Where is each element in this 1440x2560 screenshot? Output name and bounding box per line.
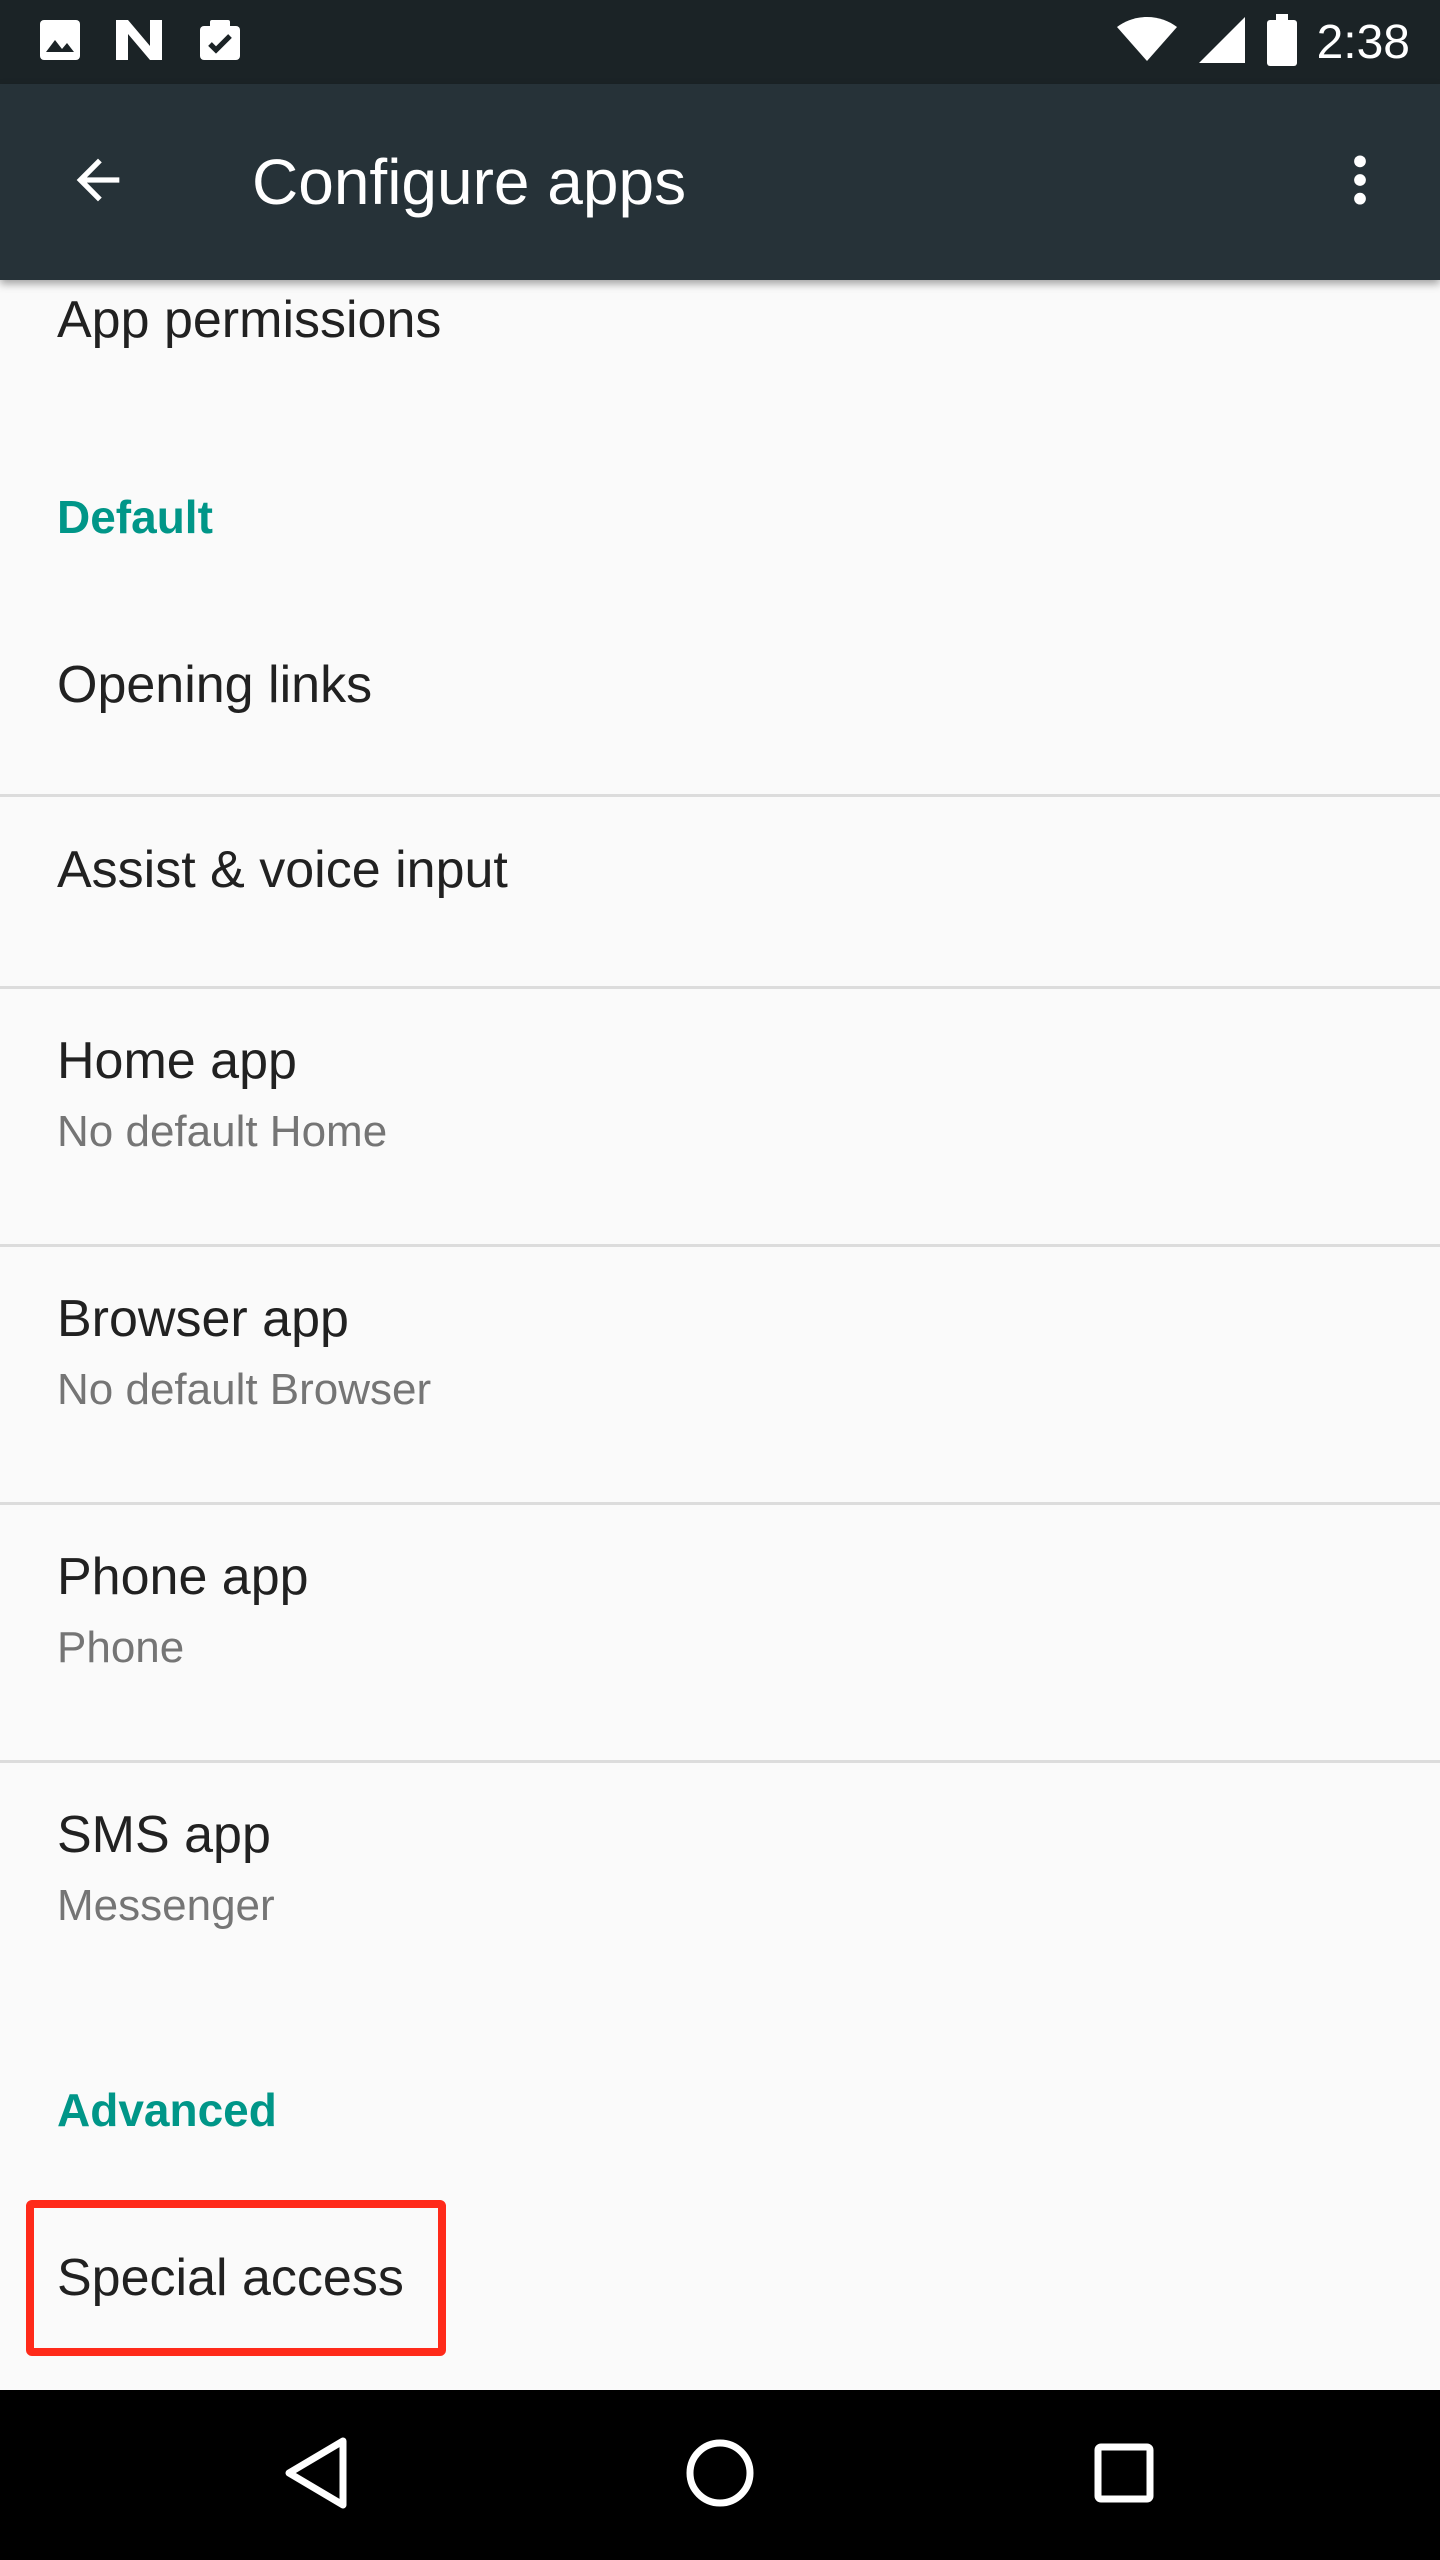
settings-list: App permissions Default Opening links As…	[0, 280, 1440, 2390]
battery-icon	[1266, 13, 1297, 71]
list-item-sms-app[interactable]: SMS app Messenger	[0, 1763, 1440, 2019]
back-button[interactable]	[58, 142, 138, 222]
item-summary: Phone	[57, 1623, 185, 1672]
arrow-back-icon	[66, 148, 130, 217]
category-advanced: Advanced	[57, 2084, 277, 2136]
list-item-opening-links[interactable]: Opening links	[0, 610, 1440, 774]
item-summary: No default Browser	[57, 1365, 432, 1414]
nav-back-button[interactable]	[266, 2425, 366, 2525]
navigation-bar	[0, 2390, 1440, 2560]
recents-square-icon	[1093, 2442, 1155, 2509]
more-options-button[interactable]	[1320, 142, 1400, 222]
item-title: Browser app	[57, 1290, 349, 1348]
list-item-phone-app[interactable]: Phone app Phone	[0, 1505, 1440, 1761]
notification-icons	[36, 14, 246, 70]
item-title: SMS app	[57, 1806, 271, 1864]
category-default: Default	[57, 491, 213, 543]
clipboard-check-icon	[194, 16, 246, 69]
more-vert-icon	[1328, 148, 1392, 217]
nav-recents-button[interactable]	[1074, 2425, 1174, 2525]
list-item-app-permissions[interactable]: App permissions	[0, 280, 1440, 380]
item-title: Opening links	[57, 656, 373, 714]
nav-home-button[interactable]	[670, 2425, 770, 2525]
home-circle-icon	[684, 2437, 756, 2514]
image-icon	[36, 16, 84, 69]
back-triangle-icon	[281, 2436, 351, 2515]
list-item-home-app[interactable]: Home app No default Home	[0, 989, 1440, 1245]
wifi-icon	[1116, 16, 1177, 68]
signal-icon	[1197, 15, 1247, 70]
item-summary: No default Home	[57, 1107, 388, 1156]
system-icons: 2:38	[1116, 0, 1410, 84]
page-title: Configure apps	[252, 146, 687, 218]
n-notification-icon	[112, 16, 166, 69]
highlight-box	[26, 2200, 446, 2356]
app-bar: Configure apps	[0, 84, 1440, 280]
item-summary: Messenger	[57, 1881, 275, 1930]
item-title: Assist & voice input	[57, 841, 508, 899]
item-title: Phone app	[57, 1548, 309, 1606]
clock: 2:38	[1316, 15, 1410, 69]
status-bar: 2:38	[0, 0, 1440, 84]
list-item-browser-app[interactable]: Browser app No default Browser	[0, 1247, 1440, 1503]
item-title: App permissions	[57, 291, 442, 349]
item-title: Home app	[57, 1032, 297, 1090]
list-item-assist-voice-input[interactable]: Assist & voice input	[0, 797, 1440, 987]
